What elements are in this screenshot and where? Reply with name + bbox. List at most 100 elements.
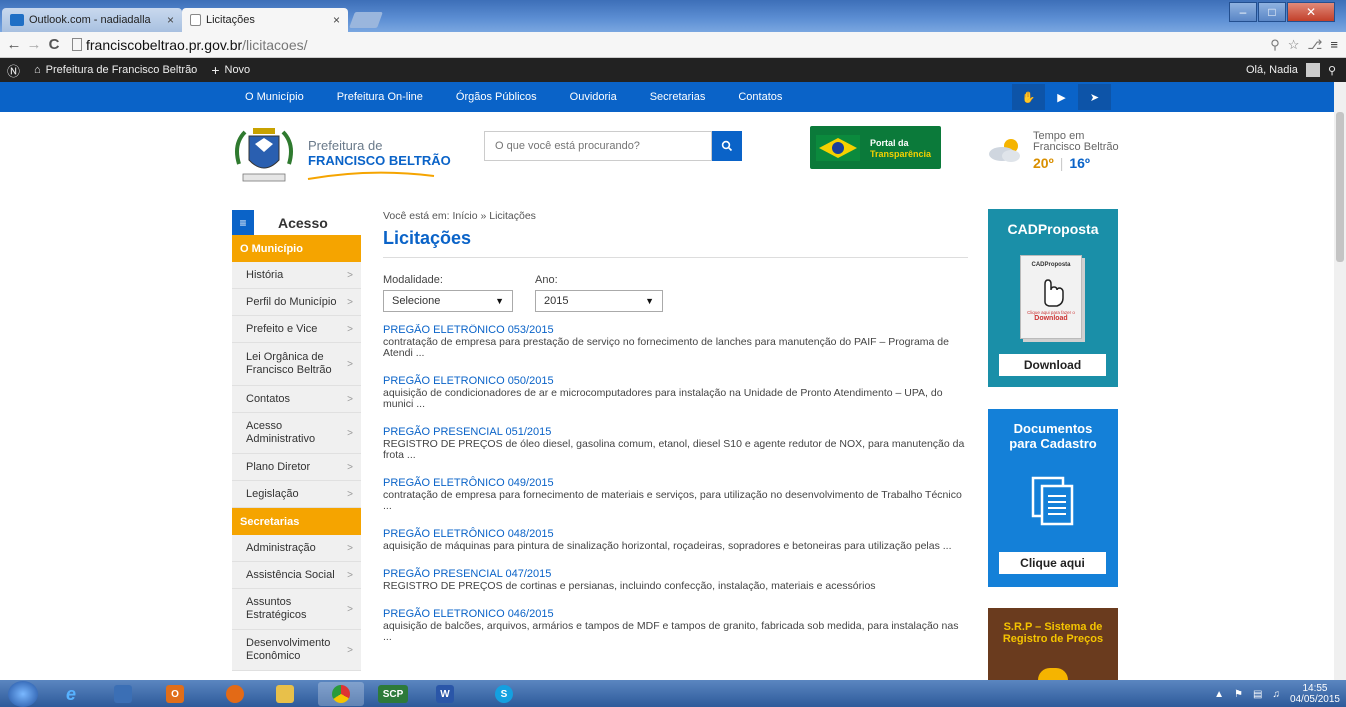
hamburger-menu-icon[interactable]: ≡ [232, 210, 254, 235]
minimize-button[interactable]: – [1229, 2, 1257, 22]
forward-icon[interactable]: → [24, 36, 44, 53]
modalidade-select[interactable]: Selecione ▼ [383, 290, 513, 312]
twitter-icon[interactable]: ➤ [1078, 84, 1111, 110]
clock-time: 14:55 [1302, 683, 1328, 694]
chevron-right-icon: > [347, 393, 353, 405]
documentos-title-line1: Documentos [1013, 421, 1093, 436]
taskbar-ie[interactable]: e [48, 682, 94, 706]
search-input[interactable] [484, 131, 712, 161]
sidebar-item-legislacao[interactable]: Legislação > [232, 481, 361, 508]
close-window-button[interactable]: ✕ [1287, 2, 1335, 22]
chevron-right-icon: > [347, 427, 353, 439]
network-icon[interactable]: ▤ [1253, 689, 1262, 700]
coat-of-arms-logo[interactable] [231, 124, 297, 188]
cadproposta-box-download: Download [1034, 315, 1068, 322]
volume-icon[interactable]: ♫ [1272, 689, 1280, 700]
sidebar-item-administracao[interactable]: Administração > [232, 535, 361, 562]
licitacoes-list: PREGÃO ELETRÔNICO 053/2015 contratação d… [383, 324, 968, 680]
sidebar-item-prefeito[interactable]: Prefeito e Vice > [232, 316, 361, 343]
list-item: PREGÃO ELETRÔNICO 053/2015 contratação d… [383, 324, 968, 359]
taskbar-chrome[interactable] [318, 682, 364, 706]
sidebar-item-desenvolvimento-economico[interactable]: Desenvolvimento Econômico > [232, 630, 361, 671]
search-icon[interactable]: ⚲ [1328, 64, 1336, 77]
taskbar-skype[interactable]: S [474, 682, 534, 706]
nav-item-secretarias[interactable]: Secretarias [650, 91, 706, 103]
tab-label: Outlook.com - nadiadalla [29, 14, 151, 26]
sidebar-item-acesso-administrativo[interactable]: Acesso Administrativo > [232, 413, 361, 454]
wordpress-logo-icon[interactable]: Ⓝ [0, 61, 27, 80]
zoom-icon[interactable]: ⚲ [1270, 37, 1280, 53]
sidebar-item-plano-diretor[interactable]: Plano Diretor > [232, 454, 361, 481]
sidebar-section-municipio[interactable]: O Município [232, 235, 361, 262]
menu-icon[interactable]: ≡ [1330, 37, 1338, 53]
srp-coin-icon [1038, 668, 1068, 680]
chrome-icon [332, 685, 350, 703]
clock[interactable]: 14:55 04/05/2015 [1290, 683, 1340, 705]
reload-icon[interactable]: C [44, 36, 64, 53]
ano-select[interactable]: 2015 ▼ [535, 290, 663, 312]
weather-temperatures: 20º | 16º [1033, 155, 1090, 171]
address-bar: ← → C franciscobeltrao.pr.gov.br/licitac… [0, 32, 1346, 58]
sidebar-item-contatos[interactable]: Contatos > [232, 386, 361, 413]
page-scrollbar[interactable] [1334, 82, 1346, 680]
clique-aqui-button[interactable]: Clique aqui [999, 552, 1106, 574]
nav-item-prefeitura-online[interactable]: Prefeitura On-line [337, 91, 423, 103]
greeting[interactable]: Olá, Nadia [1246, 64, 1298, 76]
licitacao-description: contratação de empresa para prestação de… [383, 336, 949, 359]
licitacao-description: aquisição de condicionadores de ar e mic… [383, 387, 943, 410]
taskbar-explorer[interactable] [262, 682, 308, 706]
page-icon [72, 38, 82, 51]
brazil-flag-icon [816, 135, 860, 161]
taskbar-scp[interactable]: SCP [370, 682, 416, 706]
sidebar-section-secretarias[interactable]: Secretarias [232, 508, 361, 535]
sidebar-item-historia[interactable]: História > [232, 262, 361, 289]
close-icon[interactable]: × [333, 13, 340, 27]
portal-transparencia-banner[interactable]: Portal da Transparência [810, 126, 941, 169]
taskbar-outlook[interactable]: O [152, 682, 198, 706]
url-field[interactable]: franciscobeltrao.pr.gov.br/licitacoes/ [72, 35, 1270, 55]
play-icon[interactable]: ▶ [1045, 84, 1078, 110]
close-icon[interactable]: × [167, 13, 174, 27]
temp-separator: | [1059, 155, 1064, 171]
nav-item-orgaos-publicos[interactable]: Órgãos Públicos [456, 91, 537, 103]
skype-icon: S [495, 685, 513, 703]
nav-item-municipio[interactable]: O Município [245, 91, 304, 103]
taskbar-word[interactable]: W [422, 682, 468, 706]
srp-widget[interactable]: S.R.P – Sistema de Registro de Preços [988, 608, 1118, 680]
new-tab-button[interactable] [349, 12, 383, 28]
avatar[interactable] [1305, 63, 1320, 77]
portal-line2: Transparência [870, 149, 932, 159]
tab-licitacoes[interactable]: Licitações × [182, 8, 348, 32]
search-button[interactable] [712, 131, 742, 161]
tab-outlook[interactable]: Outlook.com - nadiadalla × [2, 8, 182, 32]
taskbar-firefox[interactable] [212, 682, 258, 706]
sidebar-item-assistencia-social[interactable]: Assistência Social > [232, 562, 361, 589]
system-tray: ▲ ⚑ ▤ ♫ 14:55 04/05/2015 [1214, 682, 1340, 706]
download-button[interactable]: Download [999, 354, 1106, 376]
sidebar-item-lei-organica[interactable]: Lei Orgânica de Francisco Beltrão > [232, 343, 361, 386]
thumbs-up-icon[interactable]: ✋ [1012, 84, 1045, 110]
extension-icon[interactable]: ⎇ [1307, 37, 1322, 53]
ano-label: Ano: [535, 274, 558, 286]
flag-icon[interactable]: ⚑ [1234, 689, 1243, 700]
cadproposta-widget[interactable]: CADProposta CADProposta Clique aqui para… [988, 209, 1118, 387]
start-button[interactable] [8, 681, 38, 707]
sidebar-item-perfil[interactable]: Perfil do Município > [232, 289, 361, 316]
scrollbar-thumb[interactable] [1336, 112, 1344, 262]
chevron-up-icon[interactable]: ▲ [1214, 689, 1224, 700]
brand-title[interactable]: FRANCISCO BELTRÃO [308, 153, 451, 168]
cadproposta-box-label: CADProposta [1031, 262, 1071, 268]
cadproposta-box-image: CADProposta Clique aqui para fazer o Dow… [1020, 255, 1082, 339]
new-content-link[interactable]: + Novo [204, 62, 257, 78]
back-icon[interactable]: ← [4, 36, 24, 53]
documentos-cadastro-widget[interactable]: Documentos para Cadastro Clique aqui [988, 409, 1118, 587]
nav-item-contatos[interactable]: Contatos [738, 91, 782, 103]
taskbar-app-2[interactable] [100, 682, 146, 706]
scp-icon: SCP [378, 685, 408, 703]
maximize-button[interactable]: □ [1258, 2, 1286, 22]
sidebar-item-assuntos-estrategicos[interactable]: Assuntos Estratégicos > [232, 589, 361, 630]
nav-item-ouvidoria[interactable]: Ouvidoria [570, 91, 617, 103]
star-icon[interactable]: ☆ [1288, 37, 1300, 53]
site-name-link[interactable]: ⌂ Prefeitura de Francisco Beltrão [27, 64, 204, 76]
caret-down-icon: ▼ [495, 296, 504, 306]
